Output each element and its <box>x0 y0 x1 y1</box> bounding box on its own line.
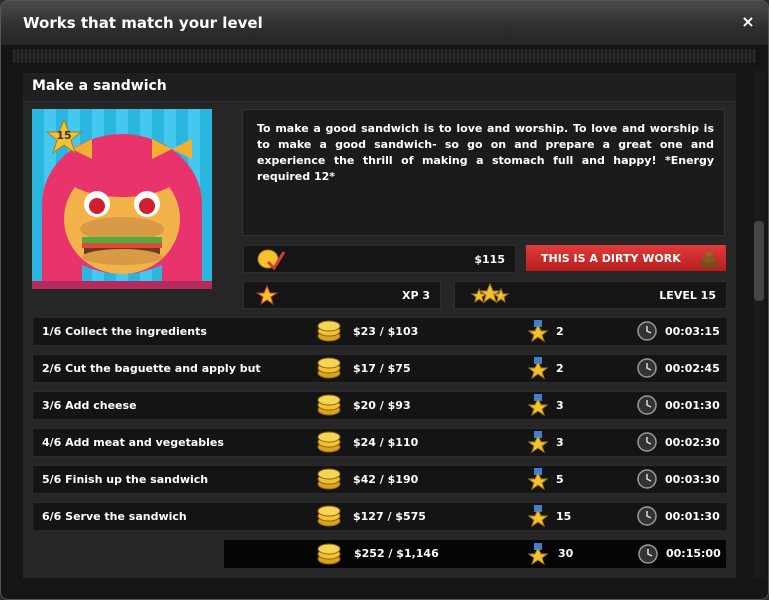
job-panel: Make a sandwich 15 To make a good sandwi… <box>23 73 736 578</box>
xp-star-icon <box>256 285 278 305</box>
coins-icon <box>317 320 341 342</box>
level-value: LEVEL 15 <box>659 289 716 302</box>
total-time: 00:15:00 <box>666 547 721 560</box>
step-time: 00:01:30 <box>665 510 720 523</box>
coins-icon <box>317 394 341 416</box>
clock-icon <box>638 544 658 564</box>
job-portrait: 15 <box>32 109 212 289</box>
step-money: $23 / $103 <box>353 325 419 338</box>
clock-icon <box>637 358 657 378</box>
step-row[interactable]: 4/6 Add meat and vegetables $24 / $110 3 00… <box>32 428 728 457</box>
step-row[interactable]: 6/6 Serve the sandwich $127 / $575 15 00:01… <box>32 502 728 531</box>
description-box: To make a good sandwich is to love and w… <box>242 109 725 236</box>
close-icon[interactable]: × <box>740 14 756 30</box>
step-row[interactable]: 2/6 Cut the baguette and apply but $17 / … <box>32 354 728 383</box>
coins-icon <box>317 468 341 490</box>
step-money: $42 / $190 <box>353 473 419 486</box>
dirty-work-label: THIS IS A DIRTY WORK <box>541 252 681 265</box>
scrollbar[interactable] <box>753 71 765 578</box>
portrait-level: 15 <box>56 129 72 142</box>
xp-box: XP 3 <box>243 281 441 309</box>
coins-icon <box>317 543 341 565</box>
reward-box: $115 <box>243 245 516 273</box>
step-time: 00:01:30 <box>665 399 720 412</box>
level-box: LEVEL 15 <box>454 281 727 309</box>
clock-icon <box>637 506 657 526</box>
step-money: $17 / $75 <box>353 362 411 375</box>
step-label: 2/6 Cut the baguette and apply but <box>42 362 261 375</box>
step-money: $127 / $575 <box>353 510 426 523</box>
coins-icon <box>317 505 341 527</box>
clock-icon <box>637 469 657 489</box>
dirty-work-badge: THIS IS A DIRTY WORK <box>526 245 726 271</box>
step-row[interactable]: 5/6 Finish up the sandwich $42 / $190 5 00:… <box>32 465 728 494</box>
xp-medal-icon <box>528 431 548 453</box>
xp-medal-icon <box>528 468 548 490</box>
step-label: 5/6 Finish up the sandwich <box>42 473 209 486</box>
step-money: $20 / $93 <box>353 399 411 412</box>
step-time: 00:03:30 <box>665 473 720 486</box>
step-row[interactable]: 1/6 Collect the ingredients $23 / $103 2 00… <box>32 317 728 346</box>
xp-value: XP 3 <box>401 289 430 302</box>
job-header: Make a sandwich <box>23 73 736 102</box>
xp-medal-icon <box>528 357 548 379</box>
xp-medal-icon <box>528 543 548 565</box>
poop-icon <box>699 251 719 268</box>
job-description: To make a good sandwich is to love and w… <box>257 122 714 183</box>
total-money: $252 / $1,146 <box>354 547 439 560</box>
scrollbar-thumb[interactable] <box>754 221 764 301</box>
step-xp: 5 <box>556 473 564 486</box>
job-window: Works that match your level × Make a san… <box>0 0 769 600</box>
step-money: $24 / $110 <box>353 436 419 449</box>
step-label: 1/6 Collect the ingredients <box>42 325 207 338</box>
step-time: 00:02:30 <box>665 436 720 449</box>
clock-icon <box>637 321 657 341</box>
decorative-strip <box>13 49 756 63</box>
step-label: 6/6 Serve the sandwich <box>42 510 187 523</box>
step-xp: 3 <box>556 399 564 412</box>
total-xp: 30 <box>558 547 574 560</box>
reward-value: $115 <box>474 253 505 266</box>
step-row[interactable]: 3/6 Add cheese $20 / $93 3 00:01:30 <box>32 391 728 420</box>
step-time: 00:02:45 <box>665 362 720 375</box>
xp-medal-icon <box>528 394 548 416</box>
xp-medal-icon <box>528 320 548 342</box>
clock-icon <box>637 395 657 415</box>
step-xp: 2 <box>556 362 564 375</box>
step-label: 4/6 Add meat and vegetables <box>42 436 224 449</box>
coins-icon <box>317 357 341 379</box>
window-title: Works that match your level <box>23 14 263 32</box>
level-star-badge: 15 <box>45 118 83 155</box>
total-row: $252 / $1,146 30 00:15:00 <box>224 540 726 568</box>
clock-icon <box>637 432 657 452</box>
coins-icon <box>317 431 341 453</box>
job-title: Make a sandwich <box>32 78 167 94</box>
step-time: 00:03:15 <box>665 325 720 338</box>
title-bar: Works that match your level × <box>1 1 768 46</box>
step-xp: 15 <box>556 510 572 523</box>
step-xp: 3 <box>556 436 564 449</box>
step-xp: 2 <box>556 325 564 338</box>
step-label: 3/6 Add cheese <box>42 399 137 412</box>
money-check-icon <box>257 249 286 270</box>
xp-medal-icon <box>528 505 548 527</box>
rating-stars-icon <box>470 283 510 304</box>
